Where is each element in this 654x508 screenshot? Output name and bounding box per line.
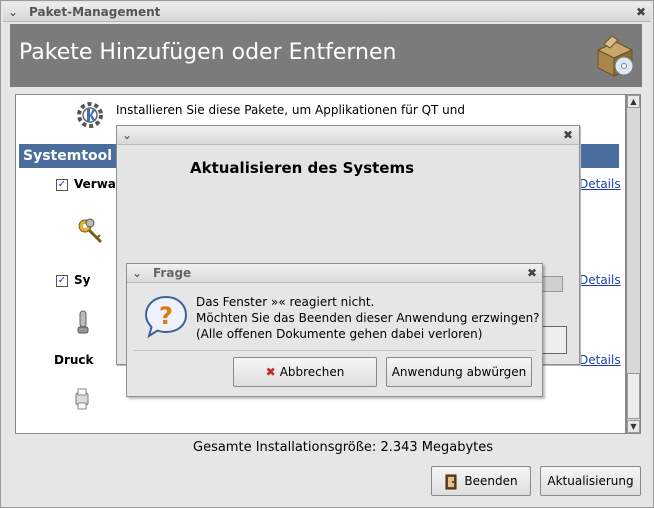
header-banner: Pakete Hinzufügen oder Entfernen	[10, 24, 642, 87]
dialog-divider	[133, 350, 536, 351]
dialog-close-icon[interactable]: ✖	[524, 264, 540, 283]
window-menu-icon[interactable]: ⌄	[5, 3, 21, 22]
window-title: Paket-Management	[29, 5, 161, 19]
question-bubble-icon: ?	[144, 295, 188, 339]
package-description: Installieren Sie diese Pakete, um Applik…	[116, 103, 466, 117]
question-dialog-title: Frage	[153, 266, 192, 280]
package-group-label: Verwa	[74, 177, 116, 191]
progress-bar	[541, 276, 563, 292]
update-dialog-titlebar[interactable]: ⌄ ✖	[117, 126, 579, 145]
details-link[interactable]: Details	[579, 177, 621, 191]
update-dialog-heading: Aktualisieren des Systems	[190, 159, 415, 177]
package-group-label: Sy	[74, 273, 91, 287]
question-message-line-3: (Alle offenen Dokumente gehen dabei verl…	[196, 327, 483, 341]
scroll-down-arrow-icon[interactable]: ▼	[627, 420, 640, 433]
question-dialog-titlebar[interactable]: ⌄ Frage ✖	[127, 264, 542, 283]
package-box-icon	[596, 35, 634, 77]
question-message-line-2: Möchten Sie das Beenden dieser Anwendung…	[196, 311, 540, 325]
total-install-size: Gesamte Installationsgröße: 2.343 Megaby…	[193, 440, 494, 455]
dialog-menu-icon[interactable]: ⌄	[119, 126, 135, 145]
page-title: Pakete Hinzufügen oder Entfernen	[19, 40, 397, 65]
dialog-menu-icon[interactable]: ⌄	[129, 264, 145, 283]
update-button[interactable]: Aktualisierung	[540, 466, 641, 496]
details-link[interactable]: Details	[579, 353, 621, 367]
scrollbar-thumb[interactable]	[627, 373, 640, 419]
tool-icon	[77, 310, 89, 334]
package-checkbox[interactable]: ✓	[56, 275, 68, 287]
force-quit-button[interactable]: Anwendung abwürgen	[386, 357, 532, 387]
update-button-label: Aktualisierung	[547, 474, 634, 488]
exit-door-icon	[445, 474, 457, 489]
cancel-button-label: Abbrechen	[279, 365, 345, 379]
dialog-button[interactable]	[541, 326, 567, 354]
keys-icon	[78, 218, 103, 244]
scroll-up-arrow-icon[interactable]: ▲	[627, 95, 640, 108]
kde-gear-icon	[77, 102, 103, 128]
force-quit-button-label: Anwendung abwürgen	[391, 365, 527, 379]
cancel-x-icon: ✖	[265, 365, 276, 379]
dialog-close-icon[interactable]: ✖	[560, 126, 576, 145]
cancel-button[interactable]: ✖ Abbrechen	[233, 357, 377, 387]
package-checkbox[interactable]: ✓	[56, 179, 68, 191]
package-group-label: Druck	[54, 353, 94, 367]
question-dialog: ⌄ Frage ✖ ? Das Fenster »« reagiert nich…	[126, 263, 543, 397]
quit-button[interactable]: Beenden	[431, 466, 531, 496]
quit-button-label: Beenden	[464, 474, 518, 488]
question-message-line-1: Das Fenster »« reagiert nicht.	[196, 295, 375, 309]
details-link[interactable]: Details	[579, 273, 621, 287]
package-list-scrollbar[interactable]: ▲ ▼	[626, 94, 641, 434]
svg-text:?: ?	[159, 302, 173, 330]
section-title: Systemtool	[23, 148, 113, 164]
window-titlebar[interactable]: ⌄ Paket-Management ✖	[3, 3, 651, 22]
printer-icon	[75, 388, 89, 410]
window-close-icon[interactable]: ✖	[633, 3, 649, 22]
